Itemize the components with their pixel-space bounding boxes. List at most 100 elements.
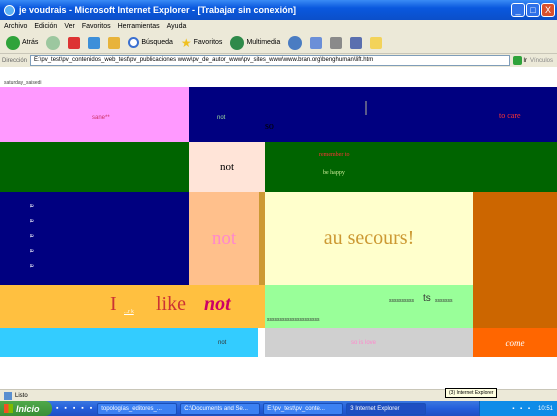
address-bar: Dirección E:\pv_test\pv_contenidos_web_t… (0, 54, 557, 67)
address-input[interactable]: E:\pv_test\pv_contenidos_web_test\pv_pub… (30, 55, 511, 66)
search-button[interactable]: Búsqueda (126, 34, 175, 52)
not-box-text: not (219, 161, 235, 173)
navy-block-left: a a a a a (0, 192, 189, 285)
favorites-label: Favoritos (193, 39, 223, 46)
quicklaunch-icons[interactable]: ▪ ▪ ▪ ▪ ▪ (56, 405, 94, 412)
forward-arrow-icon (46, 35, 61, 50)
mail-button[interactable] (308, 34, 324, 52)
refresh-icon (88, 36, 101, 49)
forward-button[interactable] (44, 34, 62, 52)
underscore-text: sssssssssssssssssssss (267, 317, 320, 323)
not-box: not (189, 142, 265, 192)
lime-small-text: sssssss (435, 298, 453, 304)
address-label: Dirección (2, 57, 28, 64)
start-button[interactable]: Inicio (0, 401, 52, 416)
multimedia-label: Multimedia (246, 39, 281, 46)
navy-mid-text: so (265, 121, 274, 132)
i-like-not-word-like: like (156, 293, 186, 315)
menu-ayuda[interactable]: Ayuda (167, 23, 187, 30)
taskbar-item-4[interactable]: 3 Internet Explorer (346, 402, 427, 415)
taskbar-item-2[interactable]: C:\Documents and Se... (180, 402, 261, 415)
pink-block: sane** (0, 87, 189, 142)
status-text: Listo (15, 392, 28, 399)
home-button[interactable] (106, 34, 122, 52)
orange-block (473, 192, 557, 285)
minimize-button[interactable]: _ (511, 3, 525, 17)
cyan-not-text: not (218, 340, 227, 346)
menu-bar: Archivo Edición Ver Favoritos Herramient… (0, 20, 557, 32)
menu-ver[interactable]: Ver (64, 23, 75, 30)
menu-herramientas[interactable]: Herramientas (118, 23, 160, 30)
pink-text: sane** (92, 115, 110, 121)
links-label[interactable]: Vínculos (530, 58, 557, 64)
system-tray: ▪ ▪ ▪ 10:51 (479, 401, 557, 416)
stop-button[interactable] (66, 34, 82, 52)
taskbar: Inicio ▪ ▪ ▪ ▪ ▪ topologías_editores_...… (0, 401, 557, 416)
i-like-not-block: I ...r k like not (0, 285, 265, 328)
grey-text: so is love (351, 340, 377, 346)
history-icon (288, 35, 303, 50)
page-content: saturday_saisedi sane** not so to care n… (0, 67, 557, 389)
tray-icons[interactable]: ▪ ▪ ▪ (512, 406, 532, 412)
green-block-left (0, 142, 189, 192)
lime-right-text: ssssssssss (389, 298, 414, 304)
green-block-right: remember to be happy (265, 142, 557, 192)
multimedia-icon (230, 35, 245, 50)
windows-logo-icon (4, 404, 13, 413)
window-title-bar[interactable]: je voudrais - Microsoft Internet Explore… (0, 0, 557, 20)
edit-button[interactable] (348, 34, 364, 52)
go-button[interactable]: Ir (513, 56, 527, 65)
lime-block: ssssssssss ts sssssss ssssssssssssssssss… (265, 285, 473, 328)
orange-block-lower (473, 285, 557, 328)
close-button[interactable]: X (541, 3, 555, 17)
i-like-not-word-not: not (204, 293, 231, 315)
white-gap (258, 328, 265, 357)
search-label: Búsqueda (141, 39, 173, 46)
cyan-block: not (0, 328, 258, 357)
grey-block: so is love (265, 328, 473, 357)
mail-icon (310, 36, 323, 49)
navy-small-text: not (217, 115, 226, 121)
i-like-not-dots: ...r k (124, 309, 134, 315)
clock: 10:51 (537, 405, 553, 412)
lime-ts-text: ts (423, 293, 431, 304)
star-icon: ★ (180, 35, 192, 50)
history-button[interactable] (286, 34, 304, 52)
back-label: Atrás (22, 39, 39, 46)
menu-favoritos[interactable]: Favoritos (82, 23, 111, 30)
green-line2-text: be happy (323, 170, 345, 176)
stop-icon (68, 36, 81, 49)
back-button[interactable]: Atrás (4, 34, 40, 52)
multimedia-button[interactable]: Multimedia (228, 34, 282, 52)
favorites-button[interactable]: ★ Favoritos (179, 34, 225, 52)
taskbar-item-3[interactable]: E:\pv_test\pv_conte... (263, 402, 344, 415)
peach-not-text: not (211, 227, 237, 249)
maximize-button[interactable]: □ (526, 3, 540, 17)
come-text: come (505, 337, 525, 348)
start-label: Inicio (16, 403, 40, 414)
menu-archivo[interactable]: Archivo (4, 23, 27, 30)
ie-logo-icon (4, 4, 15, 16)
status-icon (4, 391, 12, 400)
print-button[interactable] (328, 34, 344, 52)
page-bottom-space (0, 357, 557, 389)
i-like-not-word-i: I (110, 293, 117, 315)
home-icon (108, 36, 121, 49)
refresh-button[interactable] (86, 34, 102, 52)
menu-edicion[interactable]: Edición (34, 23, 57, 30)
navy-block-top: not so to care (189, 87, 557, 142)
navy-right-text: to care (499, 111, 521, 120)
print-icon (330, 36, 343, 49)
folder-icon (370, 36, 383, 49)
go-arrow-icon (513, 56, 523, 65)
taskbar-tooltip: (3) Internet Explorer (445, 388, 498, 398)
come-block: come (473, 328, 557, 357)
toolbar: Atrás Búsqueda ★ Favoritos Multimedia (0, 32, 557, 54)
peach-block: not (189, 192, 259, 285)
folder-button[interactable] (368, 34, 384, 52)
search-icon (128, 37, 140, 48)
taskbar-item-1[interactable]: topologías_editores_... (97, 402, 178, 415)
au-secours-block: au secours! (265, 192, 473, 285)
page-header: saturday_saisedi (0, 67, 557, 87)
go-label: Ir (523, 57, 527, 64)
